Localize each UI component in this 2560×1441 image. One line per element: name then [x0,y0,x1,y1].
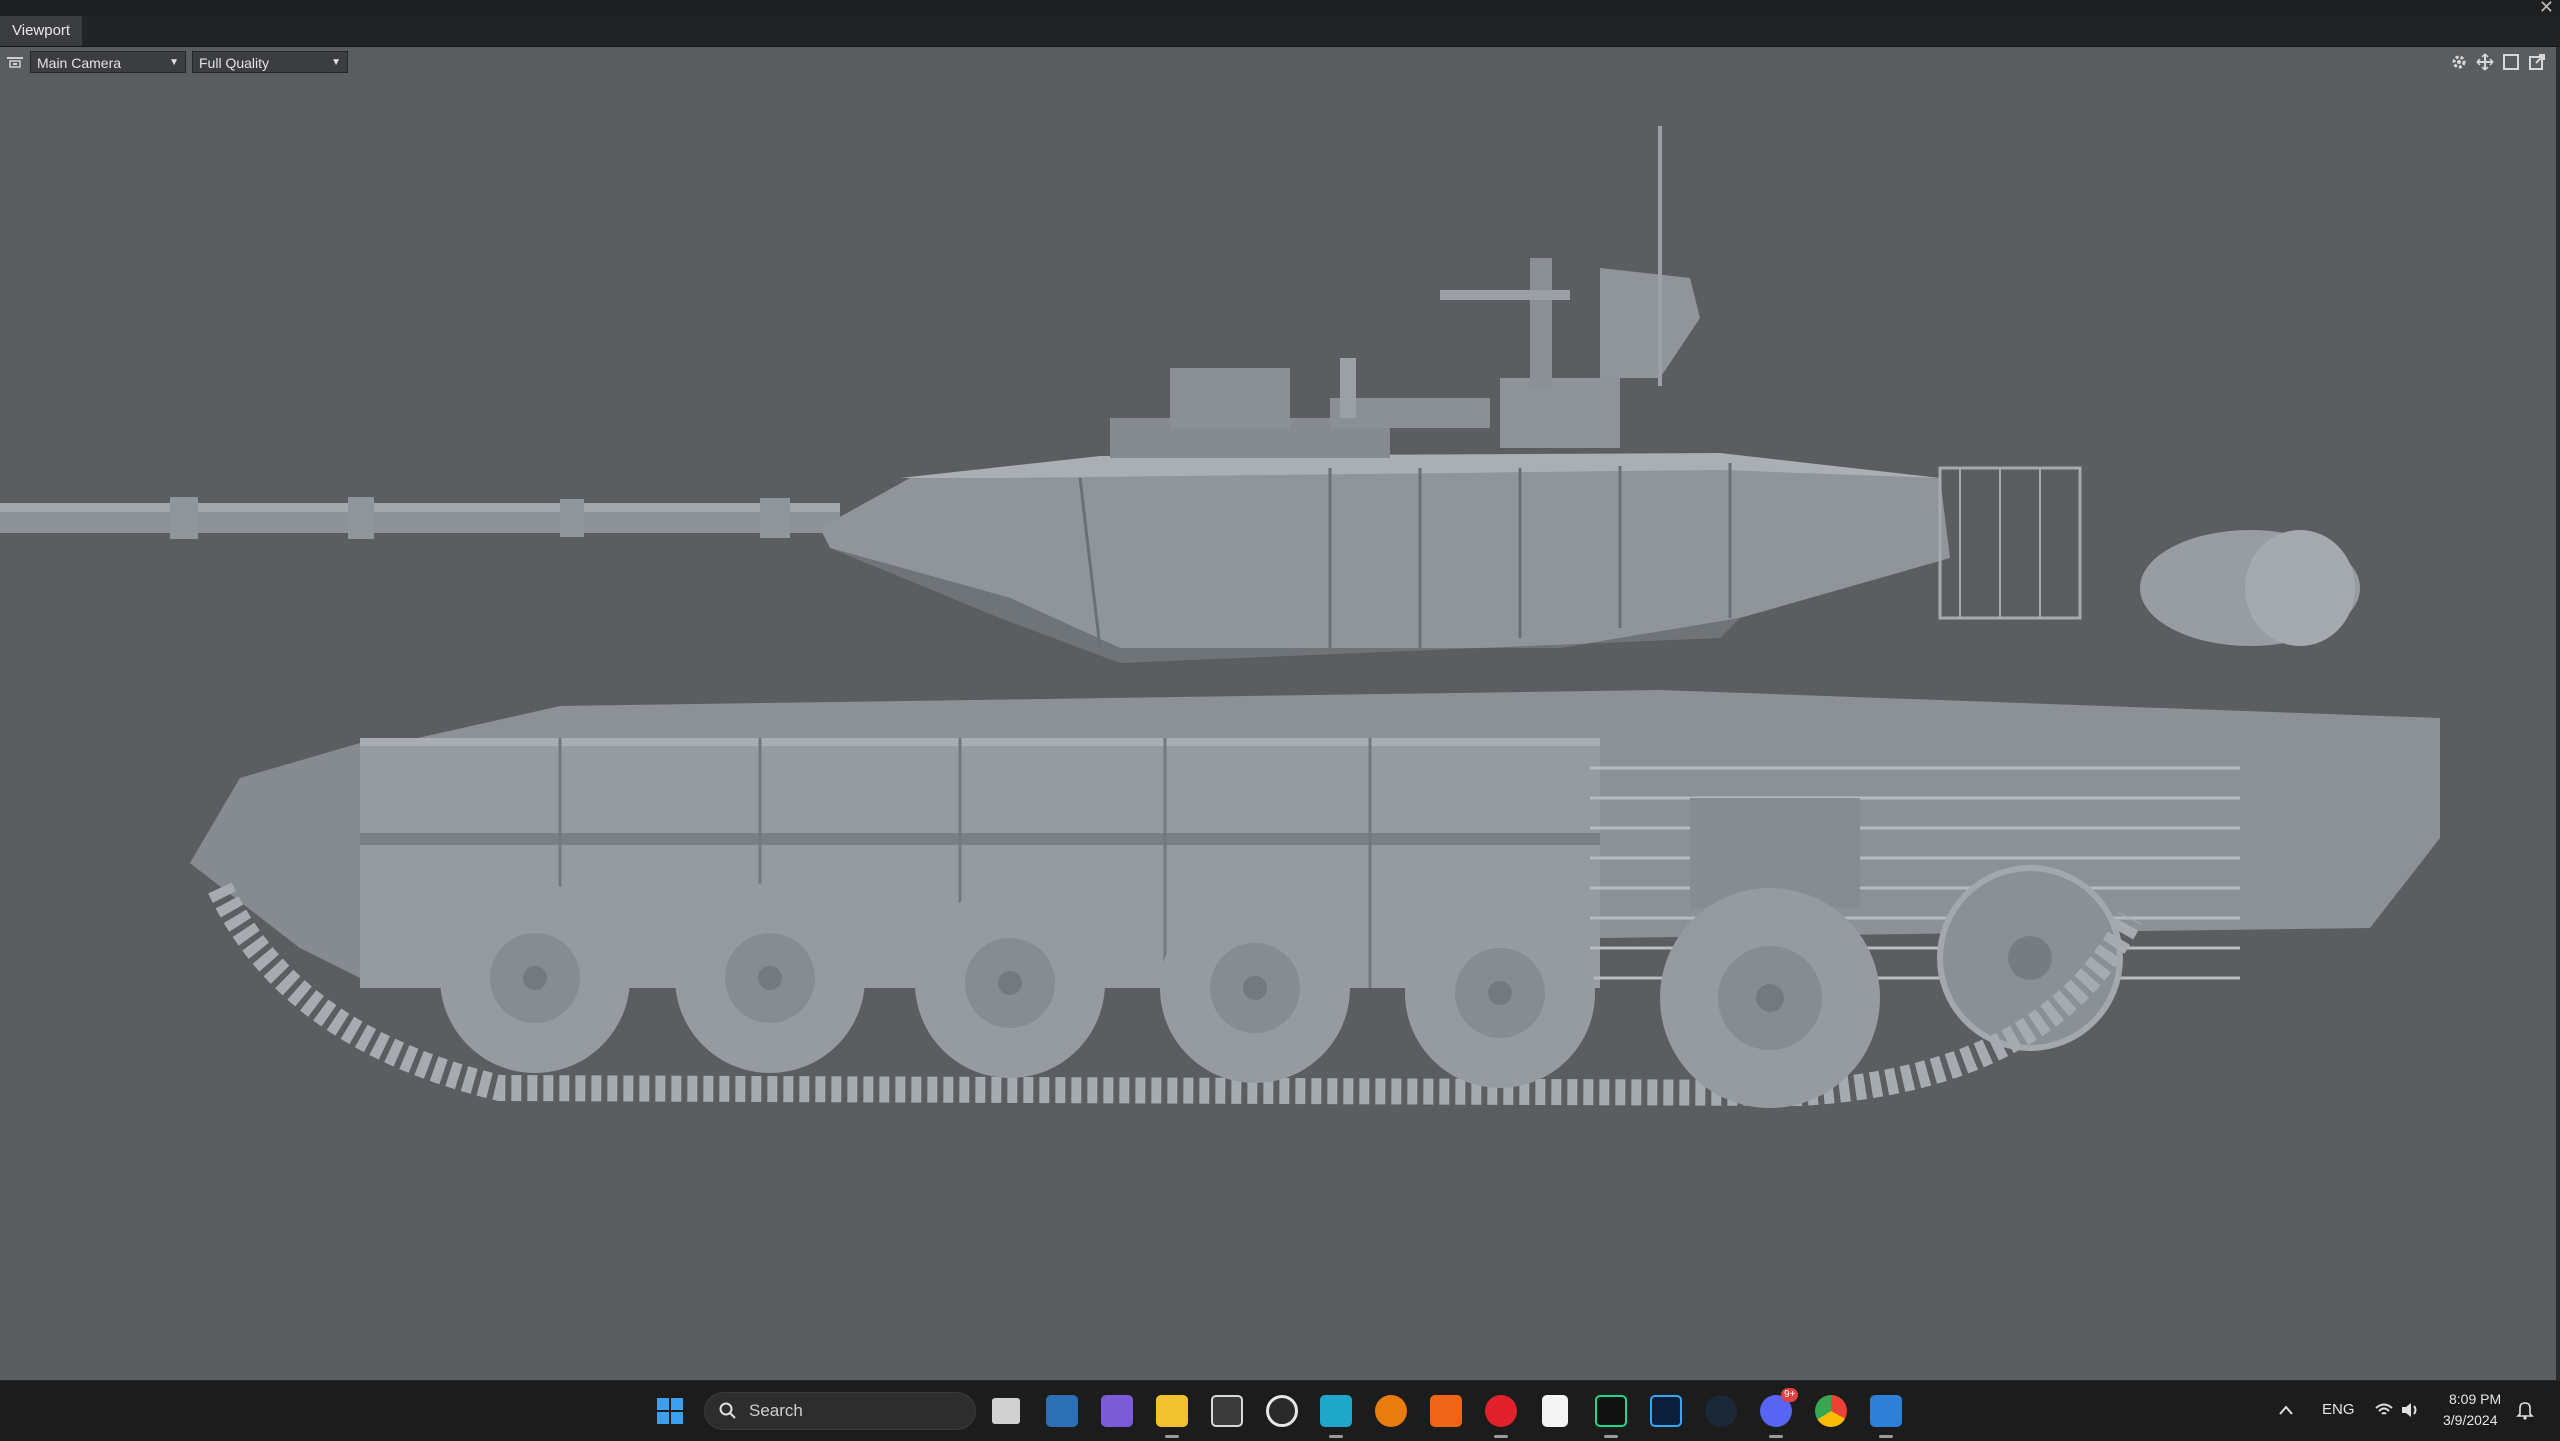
popout-icon[interactable] [2528,53,2546,71]
remote-desktop-icon[interactable] [1046,1395,1078,1427]
chevron-up-icon[interactable] [2278,1403,2294,1417]
app-orange-icon[interactable] [1430,1395,1462,1427]
taskbar-search[interactable]: Search [704,1392,976,1430]
viewport-right-edge [2556,47,2560,1380]
camera-select-value: Main Camera [37,55,122,71]
viewport-toolbar: Main Camera ▼ Full Quality ▼ [0,47,2560,77]
active-indicator [1165,1435,1179,1438]
taskbar: Search 9+ ENG 8:09 PM 3/9/2024 [0,1380,2560,1441]
search-placeholder: Search [749,1401,803,1420]
quality-select-value: Full Quality [199,55,270,71]
pycharm-icon[interactable] [1595,1395,1627,1427]
viewport-window-controls [2450,53,2546,73]
clock-time[interactable]: 8:09 PM [2449,1391,2501,1407]
app-blue-icon[interactable] [1870,1395,1902,1427]
tank-mg-mount [1530,258,1552,388]
discord-badge: 9+ [1781,1388,1799,1402]
volume-icon[interactable] [2400,1401,2420,1419]
app-purple-icon[interactable] [1101,1395,1133,1427]
active-indicator [1769,1435,1783,1438]
marmoset-icon[interactable] [1320,1395,1352,1427]
tank-turret [820,458,1950,648]
file-explorer-icon[interactable] [1156,1395,1188,1427]
chevron-down-icon: ▼ [331,57,341,68]
blender-icon[interactable] [1375,1395,1407,1427]
unity-icon[interactable] [1211,1395,1243,1427]
tank-antenna [1658,126,1662,386]
notification-bell-icon[interactable] [2516,1400,2534,1420]
active-indicator [1604,1435,1618,1438]
tab-viewport[interactable]: Viewport [0,16,83,46]
app-red-icon[interactable] [1485,1395,1517,1427]
active-indicator [1329,1435,1343,1438]
camera-icon[interactable] [6,54,24,70]
task-view-icon[interactable] [992,1398,1020,1424]
window-top-strip: ✕ [0,0,2560,16]
active-indicator [1494,1435,1508,1438]
tank-model [0,126,2440,1108]
move-icon[interactable] [2476,53,2494,71]
steam-icon[interactable] [1705,1395,1737,1427]
tab-bar: Viewport [0,16,2560,47]
active-indicator [1879,1435,1893,1438]
windows-start-icon[interactable] [654,1395,686,1427]
language-indicator[interactable]: ENG [2322,1401,2355,1418]
camera-select[interactable]: Main Camera ▼ [30,51,186,73]
close-icon[interactable]: ✕ [2539,0,2554,16]
photoshop-icon[interactable] [1650,1395,1682,1427]
chevron-down-icon: ▼ [169,57,179,68]
clock-date[interactable]: 3/9/2024 [2443,1412,2498,1428]
wifi-icon[interactable] [2374,1401,2394,1419]
maximize-icon[interactable] [2502,53,2520,71]
app-headset-icon[interactable] [1266,1395,1298,1427]
scene-viewport[interactable] [0,78,2560,1380]
quality-select[interactable]: Full Quality ▼ [192,51,348,73]
settings-icon[interactable] [2450,53,2468,71]
notepad-icon[interactable] [1542,1395,1568,1427]
chrome-icon[interactable] [1815,1395,1847,1427]
search-icon [719,1402,736,1419]
